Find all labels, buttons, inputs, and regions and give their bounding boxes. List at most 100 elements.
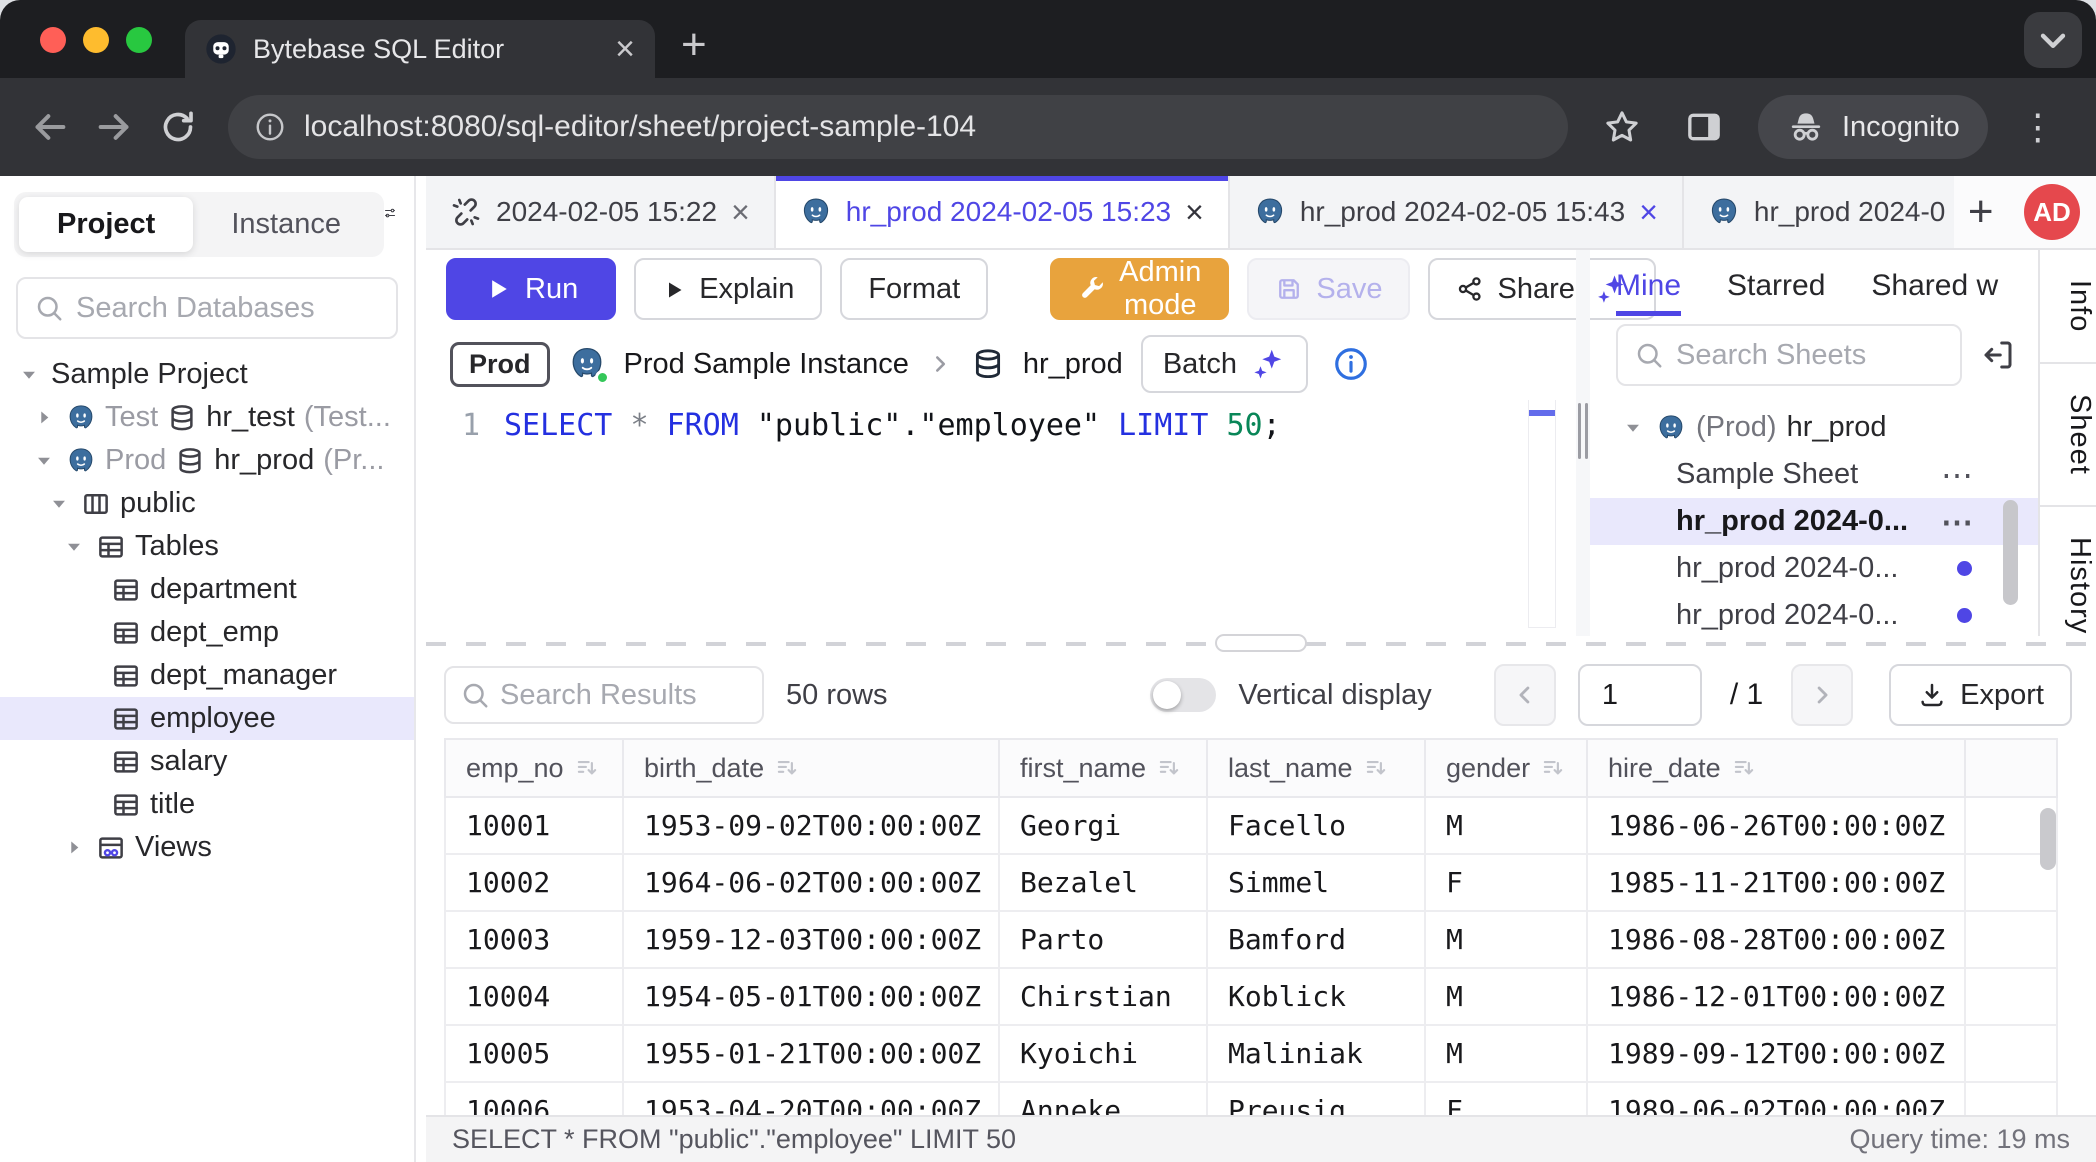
more-menu-icon[interactable]: ⋯	[1941, 503, 1976, 541]
page-number-input[interactable]	[1578, 664, 1702, 726]
sheet-list-scrollbar[interactable]	[2003, 500, 2018, 605]
table-cell[interactable]: F	[1425, 1082, 1587, 1115]
table-cell[interactable]: M	[1425, 911, 1587, 968]
table-cell[interactable]: Chirstian	[999, 968, 1207, 1025]
tree-item-hr_test[interactable]: Testhr_test(Test...	[0, 396, 414, 439]
new-worksheet-button[interactable]: +	[1954, 187, 2008, 237]
sheets-tab-mine[interactable]: Mine	[1616, 256, 1681, 316]
batch-button[interactable]: Batch	[1141, 335, 1308, 393]
table-cell[interactable]: F	[1425, 854, 1587, 911]
sheet-group[interactable]: (Prod)hr_prod	[1590, 404, 2038, 451]
table-cell[interactable]: 1989-06-02T00:00:00Z	[1587, 1082, 1965, 1115]
results-splitter[interactable]	[426, 636, 2096, 652]
table-cell[interactable]: 1953-09-02T00:00:00Z	[623, 797, 999, 854]
back-icon[interactable]	[30, 107, 70, 147]
worksheet-tab-3[interactable]: hr_prod 2024-02-05 15:43×	[1230, 176, 1684, 248]
sheets-tab-starred[interactable]: Starred	[1727, 256, 1825, 316]
table-cell[interactable]: 1959-12-03T00:00:00Z	[623, 911, 999, 968]
table-cell[interactable]: M	[1425, 797, 1587, 854]
sql-statement[interactable]: SELECT * FROM "public"."employee" LIMIT …	[504, 408, 1281, 443]
forward-icon[interactable]	[94, 107, 134, 147]
table-cell[interactable]: 10004	[445, 968, 623, 1025]
more-menu-icon[interactable]: ⋯	[1941, 456, 1976, 494]
tree-item-Sample Project[interactable]: Sample Project	[0, 353, 414, 396]
tree-item-salary[interactable]: salary	[0, 740, 414, 783]
export-button[interactable]: Export	[1889, 664, 2072, 726]
close-window-button[interactable]	[40, 27, 66, 53]
admin-mode-button[interactable]: Admin mode	[1050, 258, 1229, 320]
table-cell[interactable]: 1954-05-01T00:00:00Z	[623, 968, 999, 1025]
reload-icon[interactable]	[158, 107, 198, 147]
table-cell[interactable]: 1986-06-26T00:00:00Z	[1587, 797, 1965, 854]
close-icon[interactable]: ×	[731, 196, 750, 228]
table-cell[interactable]: Maliniak	[1207, 1025, 1425, 1082]
results-search-input[interactable]	[500, 679, 748, 712]
minimize-window-button[interactable]	[83, 27, 109, 53]
tab-instance[interactable]: Instance	[193, 197, 379, 252]
table-cell[interactable]: 10002	[445, 854, 623, 911]
sheet-item-2[interactable]: hr_prod 2024-0...⋯	[1590, 498, 2038, 545]
table-cell[interactable]: 1985-11-21T00:00:00Z	[1587, 854, 1965, 911]
tab-project[interactable]: Project	[19, 197, 193, 252]
editor-scrollbar[interactable]	[1528, 400, 1556, 628]
column-header-last_name[interactable]: last_name	[1207, 739, 1425, 797]
next-page-button[interactable]	[1791, 664, 1853, 726]
rail-tab-info[interactable]: Info	[2040, 250, 2096, 364]
window-controls[interactable]	[40, 27, 152, 53]
column-header-birth_date[interactable]: birth_date	[623, 739, 999, 797]
tree-item-employee[interactable]: employee	[0, 697, 414, 740]
browser-tab[interactable]: Bytebase SQL Editor ×	[185, 20, 655, 78]
tree-item-dept_manager[interactable]: dept_manager	[0, 654, 414, 697]
url-bar[interactable]: localhost:8080/sql-editor/sheet/project-…	[228, 95, 1568, 159]
explain-button[interactable]: Explain	[634, 258, 822, 320]
table-cell[interactable]: 10006	[445, 1082, 623, 1115]
tree-item-Views[interactable]: Views	[0, 826, 414, 869]
tab-search-button[interactable]	[2024, 12, 2082, 68]
browser-menu-icon[interactable]: ⋮	[2020, 106, 2056, 148]
close-icon[interactable]: ×	[1639, 196, 1658, 228]
tree-item-Tables[interactable]: Tables	[0, 525, 414, 568]
table-cell[interactable]: Facello	[1207, 797, 1425, 854]
close-icon[interactable]: ×	[1185, 196, 1204, 228]
table-cell[interactable]: 1989-09-12T00:00:00Z	[1587, 1025, 1965, 1082]
table-cell[interactable]: Preusig	[1207, 1082, 1425, 1115]
tree-item-department[interactable]: department	[0, 568, 414, 611]
panel-resize-handle[interactable]	[1578, 403, 1588, 459]
table-cell[interactable]: Kyoichi	[999, 1025, 1207, 1082]
run-button[interactable]: Run	[446, 258, 616, 320]
table-cell[interactable]: 1955-01-21T00:00:00Z	[623, 1025, 999, 1082]
prev-page-button[interactable]	[1494, 664, 1556, 726]
table-cell[interactable]: M	[1425, 968, 1587, 1025]
vertical-display-toggle[interactable]	[1150, 678, 1216, 712]
zoom-window-button[interactable]	[126, 27, 152, 53]
tree-item-hr_prod[interactable]: Prodhr_prod(Pr...	[0, 439, 414, 482]
results-scrollbar[interactable]	[2040, 808, 2056, 870]
column-header-first_name[interactable]: first_name	[999, 739, 1207, 797]
table-cell[interactable]: 10001	[445, 797, 623, 854]
column-header-hire_date[interactable]: hire_date	[1587, 739, 1965, 797]
table-cell[interactable]: Koblick	[1207, 968, 1425, 1025]
table-cell[interactable]: Parto	[999, 911, 1207, 968]
sheets-tab-shared-w[interactable]: Shared w	[1871, 256, 1998, 316]
table-cell[interactable]: 10003	[445, 911, 623, 968]
table-cell[interactable]: 1953-04-20T00:00:00Z	[623, 1082, 999, 1115]
close-icon[interactable]: ×	[615, 32, 635, 66]
database-search-input[interactable]	[76, 292, 380, 325]
splitter-drag-pill[interactable]	[1215, 634, 1307, 652]
sheet-item-4[interactable]: hr_prod 2024-0...	[1590, 592, 2038, 636]
table-cell[interactable]: 1964-06-02T00:00:00Z	[623, 854, 999, 911]
instance-name[interactable]: Prod Sample Instance	[624, 348, 909, 381]
collapse-panel-icon[interactable]	[1980, 337, 2016, 373]
sql-code-editor[interactable]: 1 SELECT * FROM "public"."employee" LIMI…	[426, 400, 1576, 636]
database-name[interactable]: hr_prod	[1023, 348, 1123, 381]
sheet-item-3[interactable]: hr_prod 2024-0...	[1590, 545, 2038, 592]
bookmark-star-icon[interactable]	[1602, 107, 1642, 147]
column-header-gender[interactable]: gender	[1425, 739, 1587, 797]
table-cell[interactable]: Georgi	[999, 797, 1207, 854]
worksheet-tab-2[interactable]: hr_prod 2024-02-05 15:23×	[776, 176, 1230, 248]
database-search[interactable]	[16, 277, 398, 339]
format-button[interactable]: Format	[840, 258, 988, 320]
rail-tab-sheet[interactable]: Sheet	[2040, 364, 2096, 507]
worksheet-tab-4[interactable]: hr_prod 2024-0	[1684, 176, 1954, 248]
tree-item-public[interactable]: public	[0, 482, 414, 525]
